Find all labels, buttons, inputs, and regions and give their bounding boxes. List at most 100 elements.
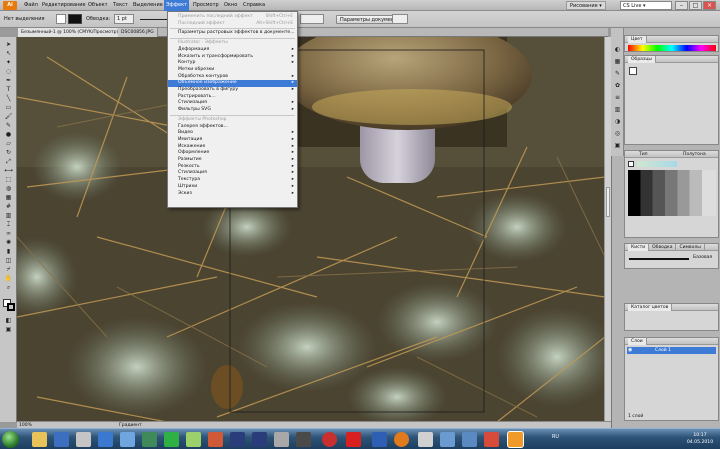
- language-indicator[interactable]: RU: [552, 435, 559, 440]
- shape-builder-tool-icon[interactable]: ◍: [2, 185, 15, 192]
- illustrator-taskbar-icon[interactable]: [508, 432, 523, 447]
- mesh-tool-icon[interactable]: #: [2, 203, 15, 210]
- close-button[interactable]: ×: [703, 1, 716, 10]
- preferences-button[interactable]: [392, 14, 408, 24]
- menu-view[interactable]: Просмотр: [191, 0, 221, 11]
- stroke-color-icon[interactable]: [7, 303, 15, 311]
- effect-menu-item[interactable]: Размытие ▸: [168, 157, 297, 164]
- width-tool-icon[interactable]: ⟷: [2, 167, 15, 174]
- tab-symbols[interactable]: Символы: [676, 244, 705, 251]
- layer-row[interactable]: Слой 1: [627, 347, 716, 354]
- app8-taskbar-icon[interactable]: [462, 432, 477, 447]
- menu-type[interactable]: Текст: [111, 0, 130, 11]
- menu-select[interactable]: Выделение: [131, 0, 165, 11]
- app5-taskbar-icon[interactable]: [296, 432, 311, 447]
- effect-menu-item[interactable]: Метки обрезки: [168, 67, 297, 74]
- mail-taskbar-icon[interactable]: [484, 432, 499, 447]
- brushes-panel-icon[interactable]: ✎: [613, 70, 622, 77]
- swatch-white[interactable]: [628, 161, 634, 167]
- stroke-panel-icon[interactable]: ≡: [613, 94, 622, 101]
- tab-swatches[interactable]: Образцы: [628, 56, 656, 63]
- fill-swatch[interactable]: [56, 14, 66, 24]
- clock[interactable]: 10:17 04.05.2010: [682, 432, 718, 446]
- opera-taskbar-icon[interactable]: [346, 432, 361, 447]
- brush-stroke-preview[interactable]: [629, 258, 689, 260]
- effect-menu-item[interactable]: Штрихи ▸: [168, 184, 297, 191]
- blob-brush-tool-icon[interactable]: ●: [2, 131, 15, 138]
- effect-menu-item[interactable]: Оформление ▸: [168, 150, 297, 157]
- browser-taskbar-icon[interactable]: [120, 432, 135, 447]
- screen-mode-icon[interactable]: ▣: [2, 326, 15, 333]
- color-spectrum[interactable]: [628, 45, 716, 51]
- stroke-weight-field[interactable]: 1 pt: [114, 14, 134, 24]
- gradient-preview[interactable]: [637, 161, 677, 167]
- app2-taskbar-icon[interactable]: [186, 432, 201, 447]
- app4-taskbar-icon[interactable]: [274, 432, 289, 447]
- tab-stroke[interactable]: Обводка: [649, 244, 677, 251]
- canvas-area[interactable]: [17, 37, 605, 422]
- lasso-tool-icon[interactable]: ◌: [2, 68, 15, 75]
- none-swatch[interactable]: [629, 67, 637, 75]
- magic-wand-tool-icon[interactable]: ✦: [2, 59, 15, 66]
- effect-menu-item[interactable]: Объемное изображение ▸: [168, 80, 297, 87]
- cs-live-button[interactable]: CS Live ▾: [620, 1, 672, 10]
- tab-layers[interactable]: Слои: [628, 338, 647, 345]
- artboard-tool-icon[interactable]: ◫: [2, 257, 15, 264]
- visibility-eye-icon[interactable]: ◉: [628, 348, 633, 353]
- transparency-panel-icon[interactable]: ◑: [613, 118, 622, 125]
- app6-taskbar-icon[interactable]: [418, 432, 433, 447]
- explorer-taskbar-icon[interactable]: [32, 432, 47, 447]
- app-taskbar-icon[interactable]: [76, 432, 91, 447]
- effect-menu-item[interactable]: Видео ▸: [168, 130, 297, 137]
- swatches-panel-icon[interactable]: ▦: [613, 58, 622, 65]
- photoshop-taskbar-icon[interactable]: [230, 432, 245, 447]
- scroll-thumb[interactable]: [606, 187, 610, 217]
- style-dropdown[interactable]: [300, 14, 324, 24]
- effect-menu-item[interactable]: Стилизация ▸: [168, 100, 297, 107]
- line-tool-icon[interactable]: ╲: [2, 95, 15, 102]
- effect-menu-item[interactable]: Преобразовать в фигуру ▸: [168, 87, 297, 94]
- workspace-switcher[interactable]: Рисование ▾: [566, 1, 606, 10]
- slice-tool-icon[interactable]: ⌿: [2, 266, 15, 273]
- pencil-tool-icon[interactable]: ✎: [2, 122, 15, 129]
- maximize-button[interactable]: □: [689, 1, 702, 10]
- effect-menu-item[interactable]: Эскиз ▸: [168, 191, 297, 198]
- app3-taskbar-icon[interactable]: [208, 432, 223, 447]
- record-taskbar-icon[interactable]: [322, 432, 337, 447]
- effect-menu-item[interactable]: Параметры растровых эффектов в документе…: [168, 30, 297, 37]
- word2-taskbar-icon[interactable]: [372, 432, 387, 447]
- vertical-scrollbar[interactable]: [604, 37, 611, 422]
- graph-tool-icon[interactable]: ▮: [2, 248, 15, 255]
- tab-color[interactable]: Цвет: [628, 36, 647, 43]
- effect-menu-item[interactable]: Контур ▸: [168, 60, 297, 67]
- rectangle-tool-icon[interactable]: ▭: [2, 104, 15, 111]
- eraser-tool-icon[interactable]: ▱: [2, 140, 15, 147]
- perspective-grid-tool-icon[interactable]: ▦: [2, 194, 15, 201]
- swatch-grid[interactable]: [628, 170, 716, 216]
- tab-brushes[interactable]: Кисти: [628, 244, 650, 251]
- zoom-tool-icon[interactable]: ⌕: [2, 284, 15, 291]
- firefox-taskbar-icon[interactable]: [394, 432, 409, 447]
- paintbrush-tool-icon[interactable]: 🖌: [2, 113, 15, 120]
- effect-menu-item[interactable]: Текстура ▸: [168, 177, 297, 184]
- menu-object[interactable]: Объект: [86, 0, 110, 11]
- start-button[interactable]: [2, 431, 19, 448]
- free-transform-tool-icon[interactable]: ⬚: [2, 176, 15, 183]
- effect-menu-item[interactable]: Имитация ▸: [168, 137, 297, 144]
- tab-color-guide[interactable]: Каталог цветов: [628, 304, 673, 311]
- scale-tool-icon[interactable]: ⤢: [2, 158, 15, 165]
- tab-untitled[interactable]: Безымянный-1 @ 100% (CMYK/Просмотр): [18, 28, 123, 37]
- type-tool-icon[interactable]: T: [2, 86, 15, 93]
- word-taskbar-icon[interactable]: [98, 432, 113, 447]
- hand-tool-icon[interactable]: ✋: [2, 275, 15, 282]
- eyedropper-tool-icon[interactable]: ⌶: [2, 221, 15, 228]
- tab-photo[interactable]: DSC00856.JPG: [118, 28, 158, 37]
- app7-taskbar-icon[interactable]: [440, 432, 455, 447]
- appearance-panel-icon[interactable]: ◎: [613, 130, 622, 137]
- photoshop2-taskbar-icon[interactable]: [252, 432, 267, 447]
- effect-menu-item[interactable]: Фильтры SVG ▸: [168, 107, 297, 114]
- color-panel-icon[interactable]: ◐: [613, 46, 622, 53]
- blend-tool-icon[interactable]: ∞: [2, 230, 15, 237]
- media-player-taskbar-icon[interactable]: [54, 432, 69, 447]
- selection-tool-icon[interactable]: ➤: [2, 41, 15, 48]
